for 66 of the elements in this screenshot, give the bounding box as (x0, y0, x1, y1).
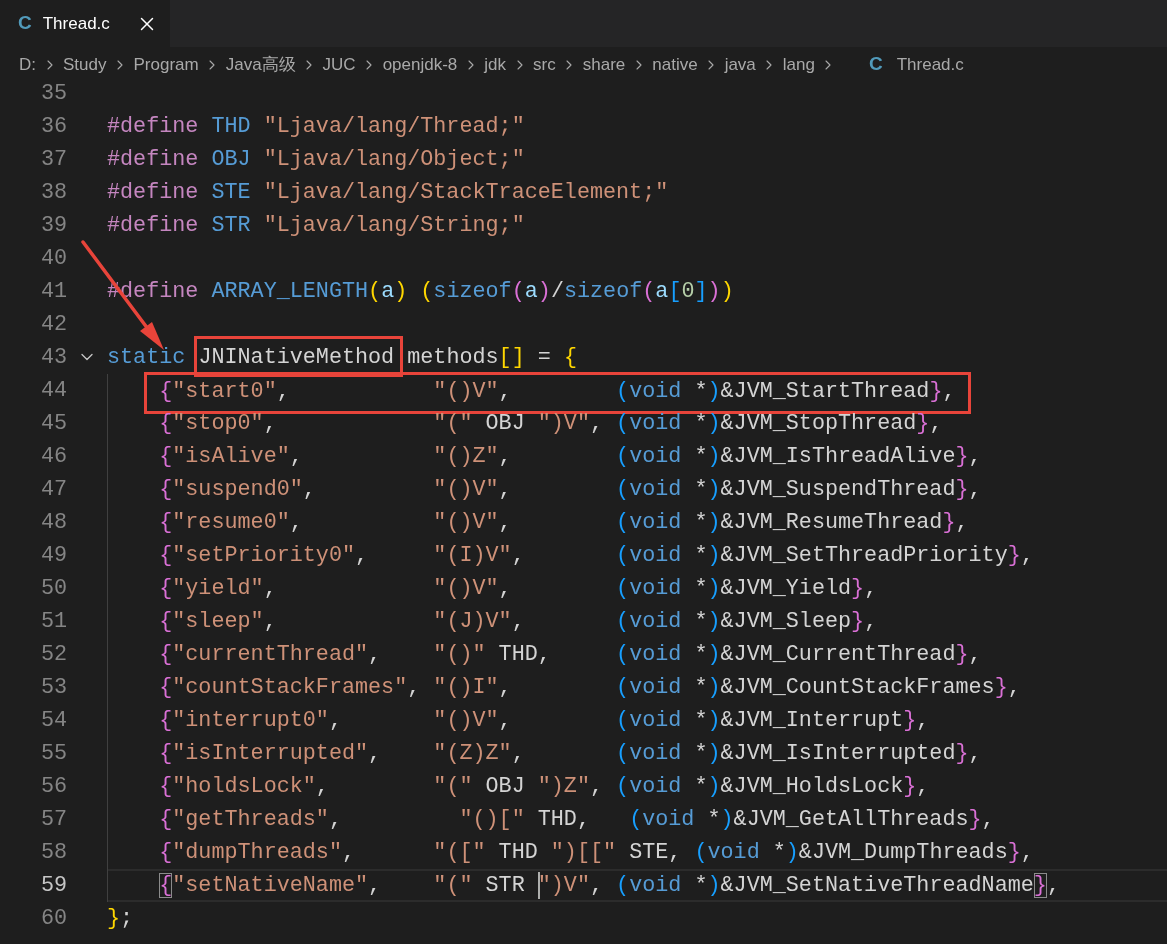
code-text: ")V", (void *)&JVM_SetNativeThreadName}, (537, 871, 1060, 900)
code-line: }; (107, 904, 134, 933)
breadcrumb-item[interactable]: D: (19, 51, 36, 78)
line-number: 45 (39, 409, 67, 438)
line-number: 51 (39, 607, 67, 636)
code-line: {"dumpThreads", "([" THD ")[[" STE, (void *)&JVM_DumpThreads}, (159, 838, 1034, 867)
highlighted-code: JNINativeMethod (194, 335, 404, 377)
c-letter-icon: C (18, 9, 32, 38)
line-number: 43 (39, 343, 67, 372)
breadcrumb-item[interactable]: java (724, 51, 756, 78)
breadcrumb-item[interactable]: Java高级 (225, 51, 296, 78)
c-letter-icon: C (868, 50, 883, 79)
line-number: 42 (39, 310, 67, 339)
text-cursor-icon (537, 871, 540, 899)
code-line: {"holdsLock", "(" OBJ ")Z", (void *)&JVM_HoldsLock}, (159, 772, 930, 801)
code-line: {"getThreads", "()[" THD, (void *)&JVM_GetAllThreads}, (159, 805, 995, 834)
code-line: {"countStackFrames", "()I", (void *)&JVM_CountStackFrames}, (159, 673, 1021, 702)
line-number: 55 (39, 739, 67, 768)
breadcrumb-item[interactable]: Program (133, 51, 199, 78)
code-line: {"sleep", "(J)V", (void *)&JVM_Sleep}, (159, 607, 878, 636)
code-line: #define OBJ "Ljava/lang/Object;" (107, 145, 525, 174)
code-line: {"currentThread", "()" THD, (void *)&JVM_CurrentThread}, (159, 640, 982, 669)
code-text: methods[] = { (406, 343, 577, 372)
line-number: 47 (39, 475, 67, 504)
code-line: #define THD "Ljava/lang/Thread;" (107, 112, 525, 141)
code-line: #define STR "Ljava/lang/String;" (107, 211, 525, 240)
line-number: 60 (39, 904, 67, 933)
code-line: {"isAlive", "()Z", (void *)&JVM_IsThreadAlive}, (159, 442, 982, 471)
breadcrumb-item[interactable]: native (652, 51, 698, 78)
breadcrumb-item[interactable]: JUC (322, 51, 356, 78)
code-line: {"suspend0", "()V", (void *)&JVM_SuspendThread}, (159, 475, 982, 504)
breadcrumb-item[interactable]: openjdk-8 (382, 51, 458, 78)
breadcrumb-item[interactable]: C Thread.c (868, 50, 964, 79)
code-text: {"setNativeName", "(" STR (159, 871, 526, 900)
code-line: {"setPriority0", "(I)V", (void *)&JVM_SetThreadPriority}, (159, 541, 1034, 570)
line-number: 44 (39, 376, 67, 405)
code-line: #define STE "Ljava/lang/StackTraceElement;" (107, 178, 669, 207)
code-line: {"isInterrupted", "(Z)Z", (void *)&JVM_IsInterrupted}, (159, 739, 982, 768)
breadcrumb-item[interactable]: lang (782, 51, 815, 78)
breadcrumb-item[interactable]: share (582, 51, 626, 78)
code-line: {"yield", "()V", (void *)&JVM_Yield}, (159, 574, 878, 603)
line-number: 40 (39, 244, 67, 273)
line-number: 35 (39, 82, 67, 108)
line-number: 57 (39, 805, 67, 834)
line-number: 54 (39, 706, 67, 735)
code-line: {"interrupt0", "()V", (void *)&JVM_Interrupt}, (159, 706, 930, 735)
breadcrumb-item[interactable]: Study (63, 51, 107, 78)
editor-tab[interactable]: C Thread.c (0, 0, 170, 47)
line-number: 37 (39, 145, 67, 174)
line-number: 49 (39, 541, 67, 570)
line-number: 50 (39, 574, 67, 603)
line-number: 36 (39, 112, 67, 141)
code-line: {"resume0", "()V", (void *)&JVM_ResumeThread}, (159, 508, 969, 537)
code-text: static (107, 343, 187, 372)
line-number: 46 (39, 442, 67, 471)
line-number: 56 (39, 772, 67, 801)
breadcrumb-item[interactable]: src (533, 51, 556, 78)
line-number: 52 (39, 640, 67, 669)
line-number: 58 (39, 838, 67, 867)
line-number: 48 (39, 508, 67, 537)
breadcrumb-item[interactable]: jdk (484, 51, 507, 78)
line-number: 53 (39, 673, 67, 702)
line-number: 38 (39, 178, 67, 207)
line-number: 59 (39, 871, 67, 900)
line-number: 41 (39, 277, 67, 306)
line-number: 39 (39, 211, 67, 240)
